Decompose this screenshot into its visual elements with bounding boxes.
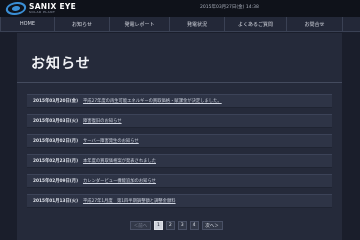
news-item[interactable]: 2015年03月02日(月) サーバー障害発生のお知らせ (27, 134, 332, 148)
news-item[interactable]: 2015年02月23日(月) 本年度の買取価格案が発表されました (27, 154, 332, 168)
news-title-link[interactable]: 平成27年度の再生可能エネルギーの買取価格・賦課金が決定しました。 (83, 98, 222, 104)
news-item[interactable]: 2015年03月20日(金) 平成27年度の再生可能エネルギーの買取価格・賦課金… (27, 94, 332, 108)
logo-subtitle: SOLAR PLANT (29, 10, 56, 15)
nav-item-report[interactable]: 発電レポート (110, 16, 170, 32)
page-button[interactable]: 4 (189, 221, 199, 230)
eye-logo-icon (4, 2, 28, 15)
current-datetime: 2015年03月27日(金) 14:38 (200, 5, 259, 10)
news-date: 2015年03月20日(金) (33, 99, 79, 104)
pagination: ＜前へ 1 2 3 4 次へ＞ (130, 221, 223, 230)
prev-page-button[interactable]: ＜前へ (130, 221, 151, 230)
news-title-link[interactable]: 障害復旧のお知らせ (83, 118, 122, 124)
logo-name: SANIX EYE (29, 1, 77, 11)
news-item[interactable]: 2015年02月09日(月) カレンダービュー機能追加のお知らせ (27, 174, 332, 188)
news-title-link[interactable]: サーバー障害発生のお知らせ (83, 138, 139, 144)
news-date: 2015年03月02日(月) (33, 139, 79, 144)
news-title-link[interactable]: 本年度の買取価格案が発表されました (83, 158, 156, 164)
news-date: 2015年02月09日(月) (33, 179, 79, 184)
main-nav: HOME お知らせ 発電レポート 発電状況 よくあるご質問 お問合せ (0, 16, 360, 32)
page-button[interactable]: 2 (165, 221, 175, 230)
news-item[interactable]: 2015年01月13日(火) 平成27年1月度 第1四半期調整額と調整金額料 (27, 194, 332, 208)
news-item[interactable]: 2015年03月03日(火) 障害復旧のお知らせ (27, 114, 332, 128)
site-header: SANIX EYE SOLAR PLANT 2015年03月27日(金) 14:… (0, 0, 360, 17)
news-date: 2015年03月03日(火) (33, 119, 79, 124)
nav-item-faq[interactable]: よくあるご質問 (225, 16, 287, 32)
site-logo[interactable]: SANIX EYE SOLAR PLANT (4, 1, 77, 16)
next-page-button[interactable]: 次へ＞ (201, 221, 223, 230)
page-button[interactable]: 3 (177, 221, 187, 230)
nav-item-news[interactable]: お知らせ (55, 16, 110, 32)
title-divider (17, 82, 342, 83)
nav-item-status[interactable]: 発電状況 (170, 16, 225, 32)
news-date: 2015年01月13日(火) (33, 199, 79, 204)
page-button-current[interactable]: 1 (154, 221, 163, 230)
nav-item-home[interactable]: HOME (0, 16, 55, 32)
nav-item-contact[interactable]: お問合せ (287, 16, 343, 32)
news-title-link[interactable]: カレンダービュー機能追加のお知らせ (83, 178, 156, 184)
news-title-link[interactable]: 平成27年1月度 第1四半期調整額と調整金額料 (83, 198, 176, 204)
news-date: 2015年02月23日(月) (33, 159, 79, 164)
page-title: お知らせ (31, 56, 91, 72)
